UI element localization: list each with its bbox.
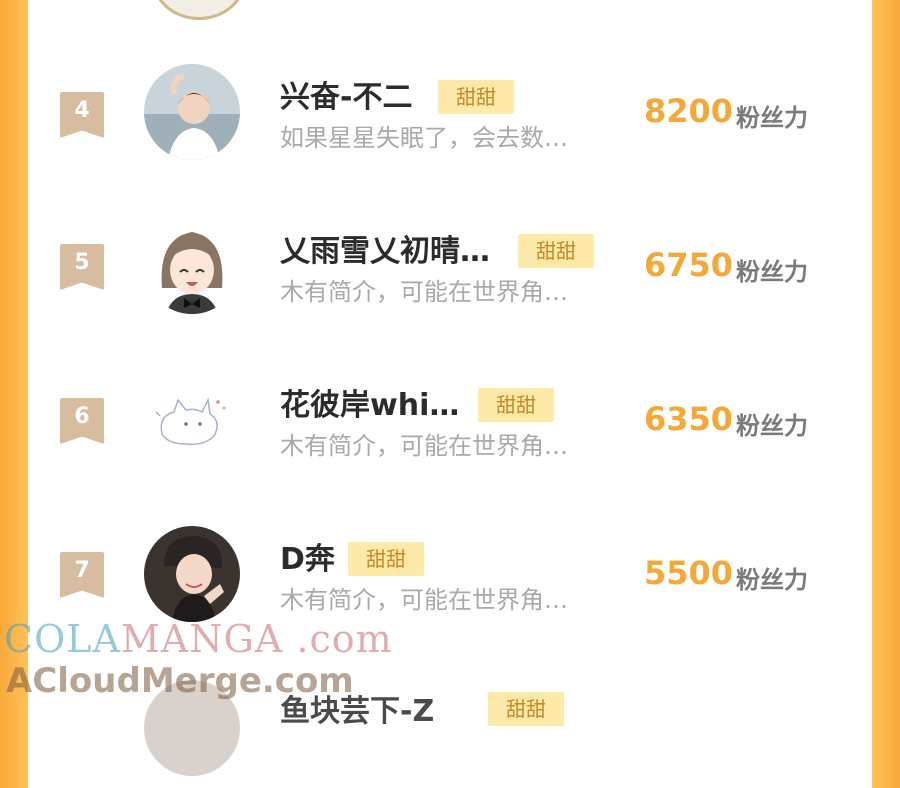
level-tag: 甜甜 (348, 542, 424, 576)
avatar[interactable] (144, 526, 240, 622)
rank-badge: 5 (60, 244, 104, 290)
fan-power-label: 粉丝力 (736, 412, 808, 440)
ranking-list: 4 兴奋-不二 甜甜 如果星星失眠了，会去数… 8200 粉丝力 5 乂雨雪乂初… (28, 0, 872, 776)
rank-number: 6 (74, 404, 90, 429)
list-item[interactable]: 6 花彼岸whi… 甜甜 木有简介，可能在世界角… 6350 粉丝力 (28, 360, 872, 480)
fan-power-score: 5500 (644, 554, 734, 592)
list-item[interactable]: 5 乂雨雪乂初晴… 甜甜 木有简介，可能在世界角… 6750 粉丝力 (28, 206, 872, 326)
level-tag: 甜甜 (438, 80, 514, 114)
user-bio: 如果星星失眠了，会去数… (280, 124, 568, 152)
level-tag: 甜甜 (518, 234, 594, 268)
fan-power-label: 粉丝力 (736, 258, 808, 286)
fan-power-score: 6750 (644, 246, 734, 284)
user-name[interactable]: D奔 (280, 534, 335, 578)
user-bio: 木有简介，可能在世界角… (280, 278, 568, 306)
list-item[interactable]: 鱼块芸下-Z 甜甜 (28, 668, 872, 788)
user-name[interactable]: 兴奋-不二 (280, 72, 412, 116)
user-bio: 木有简介，可能在世界角… (280, 432, 568, 460)
fan-power-label: 粉丝力 (736, 566, 808, 594)
avatar[interactable] (144, 372, 240, 468)
rank-badge: 4 (60, 92, 104, 138)
user-photo-icon (144, 526, 240, 622)
user-name[interactable]: 乂雨雪乂初晴… (280, 226, 490, 270)
fan-power-score: 8200 (644, 92, 734, 130)
level-tag: 甜甜 (488, 692, 564, 726)
user-name[interactable]: 花彼岸whi… (280, 380, 459, 424)
user-bio: 木有简介，可能在世界角… (280, 586, 568, 614)
user-photo-icon (144, 64, 240, 160)
fan-power-label: 粉丝力 (736, 104, 808, 132)
rank-number: 7 (74, 558, 90, 583)
rank-number: 4 (74, 98, 90, 123)
list-item[interactable]: 4 兴奋-不二 甜甜 如果星星失眠了，会去数… 8200 粉丝力 (28, 52, 872, 172)
user-name[interactable]: 鱼块芸下-Z (280, 686, 434, 730)
rank-badge: 6 (60, 398, 104, 444)
rank-number: 5 (74, 250, 90, 275)
avatar[interactable] (144, 218, 240, 314)
level-tag: 甜甜 (478, 388, 554, 422)
cat-drawing-icon (144, 372, 240, 468)
fan-power-score: 6350 (644, 400, 734, 438)
list-item[interactable]: 7 D奔 甜甜 木有简介，可能在世界角… 5500 粉丝力 (28, 514, 872, 634)
user-photo-icon (144, 218, 240, 314)
avatar[interactable] (144, 680, 240, 776)
avatar[interactable] (152, 0, 246, 20)
avatar[interactable] (144, 64, 240, 160)
rank-badge: 7 (60, 552, 104, 598)
